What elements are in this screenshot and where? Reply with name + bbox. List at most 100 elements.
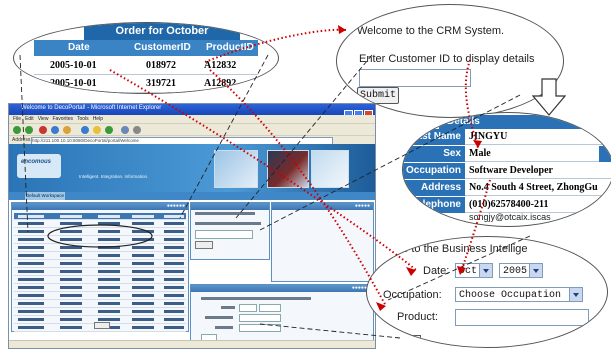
title-bar: Welcome to DecoPortal! - Microsoft Inter… bbox=[9, 104, 375, 118]
mini-table-cell bbox=[60, 286, 82, 289]
address-label: Address bbox=[12, 137, 31, 143]
mini-order-table bbox=[14, 213, 186, 332]
occupation-select[interactable]: Choose Occupation bbox=[455, 287, 583, 302]
crm-portlet-header bbox=[191, 203, 269, 210]
mini-table-cell bbox=[18, 215, 44, 218]
submit-button[interactable]: Submit bbox=[357, 87, 399, 104]
mini-table-cell bbox=[132, 238, 154, 241]
mini-table-cell bbox=[164, 310, 184, 313]
mini-table-cell bbox=[98, 310, 120, 313]
mini-product-input[interactable] bbox=[239, 324, 281, 332]
year-select[interactable]: 2005 bbox=[499, 263, 543, 278]
mini-table-row[interactable] bbox=[14, 228, 186, 236]
table-row[interactable]: 2005-10-01 319721 A12892 bbox=[34, 75, 258, 93]
chevron-down-icon[interactable] bbox=[529, 264, 542, 277]
menu-tools[interactable]: Tools bbox=[77, 116, 89, 122]
stop-icon[interactable] bbox=[39, 126, 47, 134]
occupation-select-value: Choose Occupation bbox=[459, 290, 562, 301]
mini-table-cell bbox=[132, 270, 154, 273]
address-label: Address bbox=[403, 180, 465, 196]
tab-default-workspace[interactable]: Default Workspace bbox=[25, 192, 65, 200]
mini-table-cell bbox=[98, 278, 120, 281]
mini-next-button[interactable] bbox=[94, 322, 110, 329]
order-table-header: Date CustomerID ProductID bbox=[34, 40, 258, 56]
mini-table-cell bbox=[60, 222, 82, 225]
cell-date: 2005-10-01 bbox=[50, 60, 97, 71]
mini-occupation-select[interactable] bbox=[239, 314, 281, 322]
mini-table-cell bbox=[98, 215, 120, 218]
mini-table-row[interactable] bbox=[14, 308, 186, 316]
menu-help[interactable]: Help bbox=[93, 116, 103, 122]
order-portlet: ●●●●●● bbox=[11, 202, 189, 332]
mini-table-cell bbox=[132, 262, 154, 265]
mini-table-cell bbox=[164, 262, 184, 265]
menu-favorites[interactable]: Favorites bbox=[52, 116, 73, 122]
mini-crm-prompt bbox=[195, 222, 261, 225]
mini-bi-occupation-label bbox=[205, 316, 233, 319]
status-bar bbox=[9, 340, 375, 348]
bi-submit-button[interactable] bbox=[397, 335, 421, 347]
mini-table-cell bbox=[98, 302, 120, 305]
mini-table-row[interactable] bbox=[14, 300, 186, 308]
mini-customer-id-input[interactable] bbox=[195, 230, 253, 239]
mini-table-row[interactable] bbox=[14, 236, 186, 244]
cell-date: 2005-10-01 bbox=[50, 78, 97, 89]
menu-view[interactable]: View bbox=[38, 116, 49, 122]
mini-table-cell bbox=[164, 270, 184, 273]
mini-table-row[interactable] bbox=[14, 292, 186, 300]
mini-table-cell bbox=[60, 302, 82, 305]
favorites-icon[interactable] bbox=[93, 126, 101, 134]
menu-bar: File Edit View Favorites Tools Help bbox=[9, 115, 375, 123]
mini-table-row[interactable] bbox=[14, 252, 186, 260]
print-icon[interactable] bbox=[133, 126, 141, 134]
forward-icon[interactable] bbox=[25, 126, 33, 134]
table-row[interactable]: 2005-10-01 018972 A12832 bbox=[34, 57, 258, 75]
mini-table-row[interactable] bbox=[14, 260, 186, 268]
mini-table-row[interactable] bbox=[14, 220, 186, 228]
chevron-down-icon[interactable] bbox=[569, 288, 582, 301]
history-icon[interactable] bbox=[105, 126, 113, 134]
chevron-down-icon[interactable] bbox=[479, 264, 492, 277]
mini-table-row[interactable] bbox=[14, 276, 186, 284]
product-input[interactable] bbox=[455, 309, 589, 326]
refresh-icon[interactable] bbox=[51, 126, 59, 134]
bi-welcome-text: me to the Business Intellige bbox=[393, 243, 528, 255]
logo-text: encomous bbox=[21, 159, 52, 165]
mini-table-cell bbox=[60, 278, 82, 281]
banner-image-3 bbox=[311, 150, 349, 188]
mail-icon[interactable] bbox=[121, 126, 129, 134]
menu-file[interactable]: File bbox=[13, 116, 21, 122]
mini-month-select[interactable] bbox=[239, 304, 257, 312]
mini-table-cell bbox=[60, 310, 82, 313]
arrowhead-icon bbox=[338, 25, 346, 34]
cell-productid: A12832 bbox=[204, 60, 237, 71]
mini-table-cell bbox=[18, 222, 44, 225]
search-icon[interactable] bbox=[81, 126, 89, 134]
cell-customerid: 319721 bbox=[146, 78, 176, 89]
logo bbox=[17, 154, 61, 178]
mini-table-cell bbox=[98, 222, 120, 225]
mini-table-cell bbox=[60, 254, 82, 257]
mini-table-cell bbox=[98, 286, 120, 289]
mini-submit-button[interactable] bbox=[195, 241, 213, 249]
mini-table-row[interactable] bbox=[14, 244, 186, 252]
back-icon[interactable] bbox=[13, 126, 21, 134]
mini-table-cell bbox=[132, 254, 154, 257]
mini-table-cell bbox=[98, 262, 120, 265]
mini-table-row[interactable] bbox=[14, 268, 186, 276]
mini-table-cell bbox=[132, 318, 154, 321]
mini-table-cell bbox=[164, 318, 184, 321]
mini-year-select[interactable] bbox=[259, 304, 281, 312]
detail-row-occupation: Occupation Software Developer bbox=[403, 163, 611, 180]
customer-id-input[interactable] bbox=[359, 69, 471, 87]
mini-table-cell bbox=[132, 286, 154, 289]
mini-table-row[interactable] bbox=[14, 284, 186, 292]
menu-edit[interactable]: Edit bbox=[25, 116, 34, 122]
mini-table-cell bbox=[98, 294, 120, 297]
last-name-value: JINGYU bbox=[465, 129, 611, 145]
home-icon[interactable] bbox=[63, 126, 71, 134]
slogan: Intelligent. Integration. Information. bbox=[79, 174, 149, 179]
cell-productid: A12892 bbox=[204, 78, 237, 89]
mini-table-cell bbox=[98, 230, 120, 233]
month-select[interactable]: Oct bbox=[455, 263, 493, 278]
